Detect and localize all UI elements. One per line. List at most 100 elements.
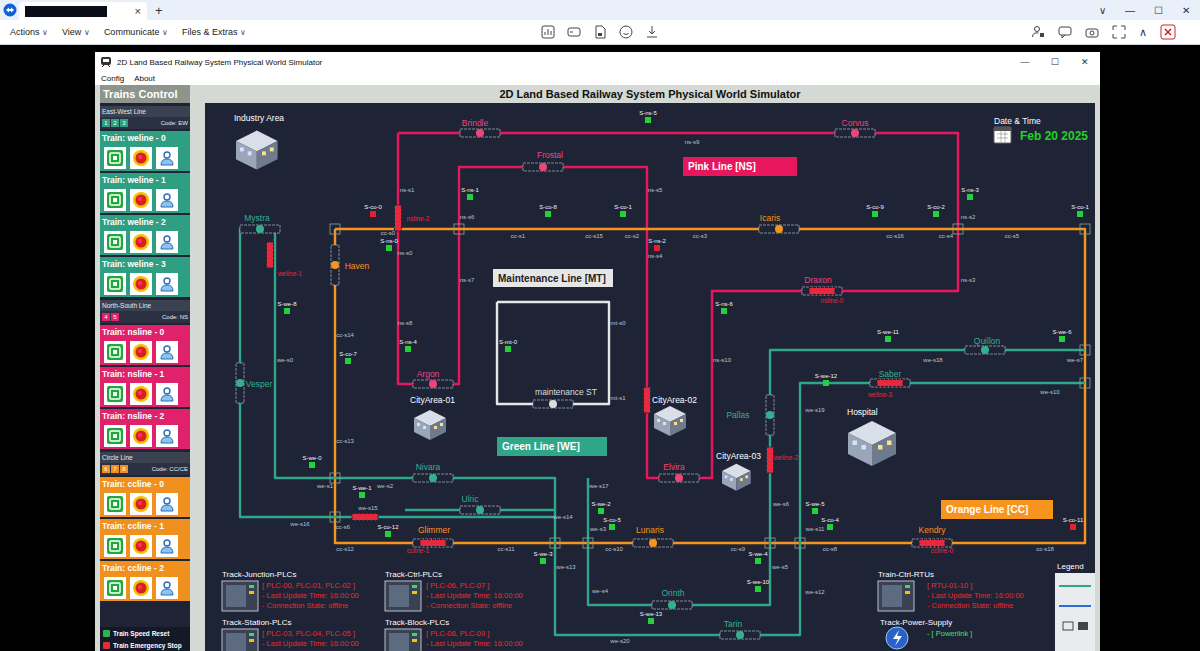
train-emergency-stop-button[interactable]	[130, 535, 152, 557]
new-tab-button[interactable]: +	[147, 0, 171, 20]
track-junction[interactable]	[454, 224, 464, 234]
menu-item[interactable]: Files & Extras ∨	[182, 27, 246, 37]
train[interactable]: weline-1	[267, 242, 303, 277]
train-reset-button[interactable]	[156, 493, 178, 515]
card-icon[interactable]	[567, 25, 581, 39]
train-emergency-stop-button[interactable]	[130, 425, 152, 447]
track-sensor[interactable]: S-ns-5	[639, 110, 657, 123]
track-junction[interactable]	[583, 538, 593, 548]
track-sensor[interactable]: S-we-3	[533, 551, 553, 564]
train-reset-button[interactable]	[156, 189, 178, 211]
train-start-button[interactable]	[104, 425, 126, 447]
file-lock-icon[interactable]	[593, 25, 607, 39]
line-badge[interactable]: 3	[120, 119, 128, 127]
track-sensor[interactable]: S-ns-0	[380, 238, 398, 251]
collapse-button[interactable]: ∧	[1139, 26, 1147, 39]
track-junction[interactable]	[765, 538, 775, 548]
train-emergency-stop-button[interactable]	[130, 383, 152, 405]
station[interactable]: Elvira	[659, 462, 699, 482]
tab-close-button[interactable]: ×	[135, 5, 141, 17]
user-lock-icon[interactable]	[1031, 25, 1045, 39]
menu-item[interactable]: About	[134, 74, 155, 83]
track-sensor[interactable]: S-we-1	[352, 485, 372, 498]
station[interactable]: maintenance ST	[533, 387, 597, 408]
track-junction[interactable]	[330, 473, 340, 483]
window-control-button[interactable]: ∨	[1088, 0, 1116, 20]
menu-item[interactable]: Config	[101, 74, 124, 83]
track-junction[interactable]	[1080, 224, 1090, 234]
train-emergency-stop-button[interactable]	[130, 147, 152, 169]
station[interactable]: Frostal	[523, 150, 563, 171]
train-emergency-stop-button[interactable]	[130, 273, 152, 295]
train-start-button[interactable]	[104, 231, 126, 253]
station[interactable]: Icaris	[759, 213, 799, 233]
track-sensor[interactable]: S-we-4	[748, 551, 768, 564]
line-badge[interactable]: 2	[111, 119, 119, 127]
line-badge[interactable]: 8	[120, 465, 128, 473]
track-sensor[interactable]: S-co-2	[927, 204, 945, 217]
menu-item[interactable]: Communicate ∨	[104, 27, 168, 37]
camera-icon[interactable]	[1085, 25, 1099, 39]
train-reset-button[interactable]	[156, 383, 178, 405]
track-sensor[interactable]: S-we-13	[640, 611, 663, 624]
track-sensor[interactable]: S-we-8	[277, 301, 297, 314]
line-badge[interactable]: 1	[102, 119, 110, 127]
train-start-button[interactable]	[104, 383, 126, 405]
train[interactable]: ccline-1	[407, 540, 446, 554]
device-status-panel[interactable]: Track-Station-PLCs[ PLC-03, PLC-04, PLC-…	[222, 618, 359, 651]
train-emergency-stop-button[interactable]	[130, 341, 152, 363]
global-control-button[interactable]: Train Speed Reset	[100, 627, 190, 639]
chart-icon[interactable]	[541, 25, 555, 39]
station[interactable]: Draxon	[802, 275, 842, 295]
session-tab[interactable]: ×	[19, 2, 147, 20]
station[interactable]: Kendry	[912, 525, 952, 547]
window-control-button[interactable]: ☐	[1040, 57, 1070, 67]
window-control-button[interactable]: —	[1116, 0, 1144, 20]
window-control-button[interactable]: ☐	[1144, 0, 1172, 20]
train[interactable]: ccline-0	[919, 540, 954, 554]
train[interactable]	[352, 514, 378, 521]
train[interactable]	[644, 387, 651, 413]
track-sensor[interactable]: S-ns-1	[461, 187, 479, 200]
train-emergency-stop-button[interactable]	[130, 493, 152, 515]
train-emergency-stop-button[interactable]	[130, 231, 152, 253]
train[interactable]: nsline-0	[809, 288, 844, 304]
train-start-button[interactable]	[104, 341, 126, 363]
station[interactable]: Quillon	[965, 336, 1005, 354]
train-reset-button[interactable]	[156, 535, 178, 557]
line-badge[interactable]: 5	[111, 313, 119, 321]
train-emergency-stop-button[interactable]	[130, 577, 152, 599]
station[interactable]: Ulric	[460, 494, 500, 514]
line-badge[interactable]: 6	[102, 465, 110, 473]
train-emergency-stop-button[interactable]	[130, 189, 152, 211]
station[interactable]: Argon	[413, 369, 453, 388]
device-status-panel[interactable]: Track-Power-Supply- [ Powerlink ]	[880, 618, 972, 650]
device-status-panel[interactable]: Train-Ctrl-RTUs[ RTU-01-10 ]- Last Updat…	[878, 570, 1024, 612]
track-sensor[interactable]: S-co-1	[614, 204, 632, 217]
window-control-button[interactable]: —	[1010, 57, 1040, 67]
station[interactable]: Mystra	[240, 213, 280, 233]
track-junction[interactable]	[1080, 378, 1090, 388]
track-sensor[interactable]: S-we-5	[805, 501, 825, 514]
train-start-button[interactable]	[104, 189, 126, 211]
device-status-panel[interactable]: Track-Ctrl-PLCs[ PLC-06, PLC-07 ]- Last …	[385, 570, 523, 612]
line-badge[interactable]: 7	[111, 465, 119, 473]
track-sensor[interactable]: S-mt-0	[499, 339, 518, 352]
station[interactable]: Glimmer	[413, 525, 453, 547]
train[interactable]: weline-3	[867, 380, 903, 398]
train-reset-button[interactable]	[156, 273, 178, 295]
track-sensor[interactable]: S-ns-4	[399, 339, 417, 352]
global-control-button[interactable]: Train Emergency Stop	[100, 639, 190, 651]
track-sensor[interactable]: S-co-0	[364, 204, 382, 217]
train-start-button[interactable]	[104, 577, 126, 599]
train-start-button[interactable]	[104, 273, 126, 295]
device-status-panel[interactable]: Track-Block-PLCs[ PLC-08, PLC-09 ]- Last…	[385, 618, 523, 651]
station[interactable]: Vesper	[236, 363, 272, 403]
chat-icon[interactable]	[1058, 25, 1072, 39]
track-junction[interactable]	[330, 224, 340, 234]
track-sensor[interactable]: S-co-11	[1063, 517, 1084, 530]
track-sensor[interactable]: S-we-2	[591, 501, 611, 514]
track-sensor[interactable]: S-we-10	[747, 579, 770, 592]
station[interactable]: Brindle	[460, 118, 500, 137]
fullscreen-icon[interactable]	[1112, 25, 1126, 39]
